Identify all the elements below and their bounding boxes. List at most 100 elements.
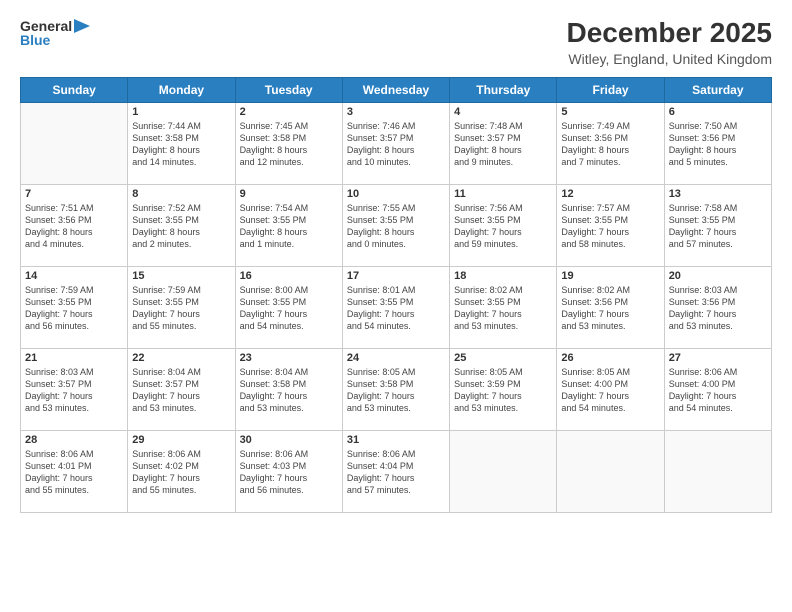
day-info: Sunrise: 7:48 AMSunset: 3:57 PMDaylight:… bbox=[454, 120, 552, 169]
day-number: 31 bbox=[347, 434, 445, 446]
calendar-cell: 6 Sunrise: 7:50 AMSunset: 3:56 PMDaylight… bbox=[664, 102, 771, 184]
calendar-cell: 8 Sunrise: 7:52 AMSunset: 3:55 PMDaylight… bbox=[128, 184, 235, 266]
header: General Blue December 2025 Witley, Engla… bbox=[20, 18, 772, 67]
calendar-cell: 28Sunrise: 8:06 AMSunset: 4:01 PMDayligh… bbox=[21, 430, 128, 512]
day-number: 3 bbox=[347, 106, 445, 118]
weekday-header-monday: Monday bbox=[128, 77, 235, 102]
day-number: 13 bbox=[669, 188, 767, 200]
day-number: 4 bbox=[454, 106, 552, 118]
calendar-cell: 23 Sunrise: 8:04 AMSunset: 3:58 PMDayligh… bbox=[235, 348, 342, 430]
day-number: 21 bbox=[25, 352, 123, 364]
day-info: Sunrise: 8:06 AMSunset: 4:00 PMDaylight:… bbox=[669, 366, 767, 415]
calendar-cell bbox=[557, 430, 664, 512]
calendar-cell bbox=[21, 102, 128, 184]
day-info: Sunrise: 7:45 AMSunset: 3:58 PMDaylight:… bbox=[240, 120, 338, 169]
day-number: 27 bbox=[669, 352, 767, 364]
day-number: 14 bbox=[25, 270, 123, 282]
day-info: Sunrise: 7:59 AMSunset: 3:55 PMDaylight:… bbox=[25, 284, 123, 333]
logo-container: General Blue bbox=[20, 18, 90, 48]
subtitle: Witley, England, United Kingdom bbox=[567, 51, 772, 67]
day-number: 8 bbox=[132, 188, 230, 200]
day-number: 23 bbox=[240, 352, 338, 364]
logo: General Blue bbox=[20, 18, 90, 48]
day-number: 12 bbox=[561, 188, 659, 200]
calendar: SundayMondayTuesdayWednesdayThursdayFrid… bbox=[20, 77, 772, 513]
week-row-1: 1Sunrise: 7:44 AMSunset: 3:58 PMDaylight… bbox=[21, 102, 772, 184]
day-number: 29 bbox=[132, 434, 230, 446]
day-info: Sunrise: 7:57 AMSunset: 3:55 PMDaylight:… bbox=[561, 202, 659, 251]
calendar-cell: 19Sunrise: 8:02 AMSunset: 3:56 PMDayligh… bbox=[557, 266, 664, 348]
calendar-cell: 31 Sunrise: 8:06 AMSunset: 4:04 PMDayligh… bbox=[342, 430, 449, 512]
weekday-header-tuesday: Tuesday bbox=[235, 77, 342, 102]
weekday-header-wednesday: Wednesday bbox=[342, 77, 449, 102]
day-info: Sunrise: 8:06 AMSunset: 4:03 PMDaylight:… bbox=[240, 448, 338, 497]
calendar-cell: 21 Sunrise: 8:03 AMSunset: 3:57 PMDayligh… bbox=[21, 348, 128, 430]
day-info: Sunrise: 7:54 AMSunset: 3:55 PMDaylight:… bbox=[240, 202, 338, 251]
title-section: December 2025 Witley, England, United Ki… bbox=[567, 18, 772, 67]
day-number: 24 bbox=[347, 352, 445, 364]
logo-arrow-icon bbox=[74, 19, 90, 33]
logo-text-blue: Blue bbox=[20, 32, 50, 48]
calendar-cell: 14 Sunrise: 7:59 AMSunset: 3:55 PMDayligh… bbox=[21, 266, 128, 348]
calendar-cell: 16 Sunrise: 8:00 AMSunset: 3:55 PMDayligh… bbox=[235, 266, 342, 348]
calendar-cell: 26 Sunrise: 8:05 AMSunset: 4:00 PMDayligh… bbox=[557, 348, 664, 430]
day-info: Sunrise: 8:06 AMSunset: 4:04 PMDaylight:… bbox=[347, 448, 445, 497]
day-info: Sunrise: 7:50 AMSunset: 3:56 PMDaylight:… bbox=[669, 120, 767, 169]
day-info: Sunrise: 7:51 AMSunset: 3:56 PMDaylight:… bbox=[25, 202, 123, 251]
calendar-cell: 12 Sunrise: 7:57 AMSunset: 3:55 PMDayligh… bbox=[557, 184, 664, 266]
week-row-5: 28Sunrise: 8:06 AMSunset: 4:01 PMDayligh… bbox=[21, 430, 772, 512]
calendar-cell: 9Sunrise: 7:54 AMSunset: 3:55 PMDaylight… bbox=[235, 184, 342, 266]
day-number: 6 bbox=[669, 106, 767, 118]
day-info: Sunrise: 7:56 AMSunset: 3:55 PMDaylight:… bbox=[454, 202, 552, 251]
weekday-header-sunday: Sunday bbox=[21, 77, 128, 102]
calendar-cell: 17 Sunrise: 8:01 AMSunset: 3:55 PMDayligh… bbox=[342, 266, 449, 348]
calendar-cell: 20 Sunrise: 8:03 AMSunset: 3:56 PMDayligh… bbox=[664, 266, 771, 348]
day-number: 30 bbox=[240, 434, 338, 446]
main-title: December 2025 bbox=[567, 18, 772, 49]
day-number: 26 bbox=[561, 352, 659, 364]
day-number: 16 bbox=[240, 270, 338, 282]
weekday-header-friday: Friday bbox=[557, 77, 664, 102]
day-info: Sunrise: 8:06 AMSunset: 4:02 PMDaylight:… bbox=[132, 448, 230, 497]
calendar-cell: 11 Sunrise: 7:56 AMSunset: 3:55 PMDayligh… bbox=[450, 184, 557, 266]
calendar-cell: 25Sunrise: 8:05 AMSunset: 3:59 PMDayligh… bbox=[450, 348, 557, 430]
day-info: Sunrise: 8:05 AMSunset: 4:00 PMDaylight:… bbox=[561, 366, 659, 415]
day-info: Sunrise: 7:52 AMSunset: 3:55 PMDaylight:… bbox=[132, 202, 230, 251]
calendar-cell: 24 Sunrise: 8:05 AMSunset: 3:58 PMDayligh… bbox=[342, 348, 449, 430]
week-row-4: 21 Sunrise: 8:03 AMSunset: 3:57 PMDayligh… bbox=[21, 348, 772, 430]
day-number: 17 bbox=[347, 270, 445, 282]
day-info: Sunrise: 8:04 AMSunset: 3:57 PMDaylight:… bbox=[132, 366, 230, 415]
day-info: Sunrise: 8:05 AMSunset: 3:58 PMDaylight:… bbox=[347, 366, 445, 415]
day-info: Sunrise: 8:03 AMSunset: 3:56 PMDaylight:… bbox=[669, 284, 767, 333]
calendar-cell: 27 Sunrise: 8:06 AMSunset: 4:00 PMDayligh… bbox=[664, 348, 771, 430]
calendar-cell: 4 Sunrise: 7:48 AMSunset: 3:57 PMDaylight… bbox=[450, 102, 557, 184]
calendar-cell: 7 Sunrise: 7:51 AMSunset: 3:56 PMDaylight… bbox=[21, 184, 128, 266]
day-info: Sunrise: 8:02 AMSunset: 3:55 PMDaylight:… bbox=[454, 284, 552, 333]
calendar-cell: 3Sunrise: 7:46 AMSunset: 3:57 PMDaylight… bbox=[342, 102, 449, 184]
day-info: Sunrise: 7:59 AMSunset: 3:55 PMDaylight:… bbox=[132, 284, 230, 333]
day-info: Sunrise: 8:00 AMSunset: 3:55 PMDaylight:… bbox=[240, 284, 338, 333]
calendar-cell: 15Sunrise: 7:59 AMSunset: 3:55 PMDayligh… bbox=[128, 266, 235, 348]
day-number: 2 bbox=[240, 106, 338, 118]
day-info: Sunrise: 8:02 AMSunset: 3:56 PMDaylight:… bbox=[561, 284, 659, 333]
day-number: 25 bbox=[454, 352, 552, 364]
day-info: Sunrise: 8:04 AMSunset: 3:58 PMDaylight:… bbox=[240, 366, 338, 415]
day-number: 22 bbox=[132, 352, 230, 364]
calendar-cell: 2 Sunrise: 7:45 AMSunset: 3:58 PMDaylight… bbox=[235, 102, 342, 184]
page: General Blue December 2025 Witley, Engla… bbox=[0, 0, 792, 612]
day-info: Sunrise: 8:06 AMSunset: 4:01 PMDaylight:… bbox=[25, 448, 123, 497]
weekday-header-saturday: Saturday bbox=[664, 77, 771, 102]
weekday-header-row: SundayMondayTuesdayWednesdayThursdayFrid… bbox=[21, 77, 772, 102]
calendar-cell bbox=[664, 430, 771, 512]
day-number: 7 bbox=[25, 188, 123, 200]
day-number: 18 bbox=[454, 270, 552, 282]
day-info: Sunrise: 7:44 AMSunset: 3:58 PMDaylight:… bbox=[132, 120, 230, 169]
calendar-cell: 18 Sunrise: 8:02 AMSunset: 3:55 PMDayligh… bbox=[450, 266, 557, 348]
day-info: Sunrise: 8:03 AMSunset: 3:57 PMDaylight:… bbox=[25, 366, 123, 415]
day-number: 5 bbox=[561, 106, 659, 118]
day-number: 11 bbox=[454, 188, 552, 200]
day-info: Sunrise: 8:01 AMSunset: 3:55 PMDaylight:… bbox=[347, 284, 445, 333]
calendar-cell bbox=[450, 430, 557, 512]
day-number: 20 bbox=[669, 270, 767, 282]
day-number: 10 bbox=[347, 188, 445, 200]
